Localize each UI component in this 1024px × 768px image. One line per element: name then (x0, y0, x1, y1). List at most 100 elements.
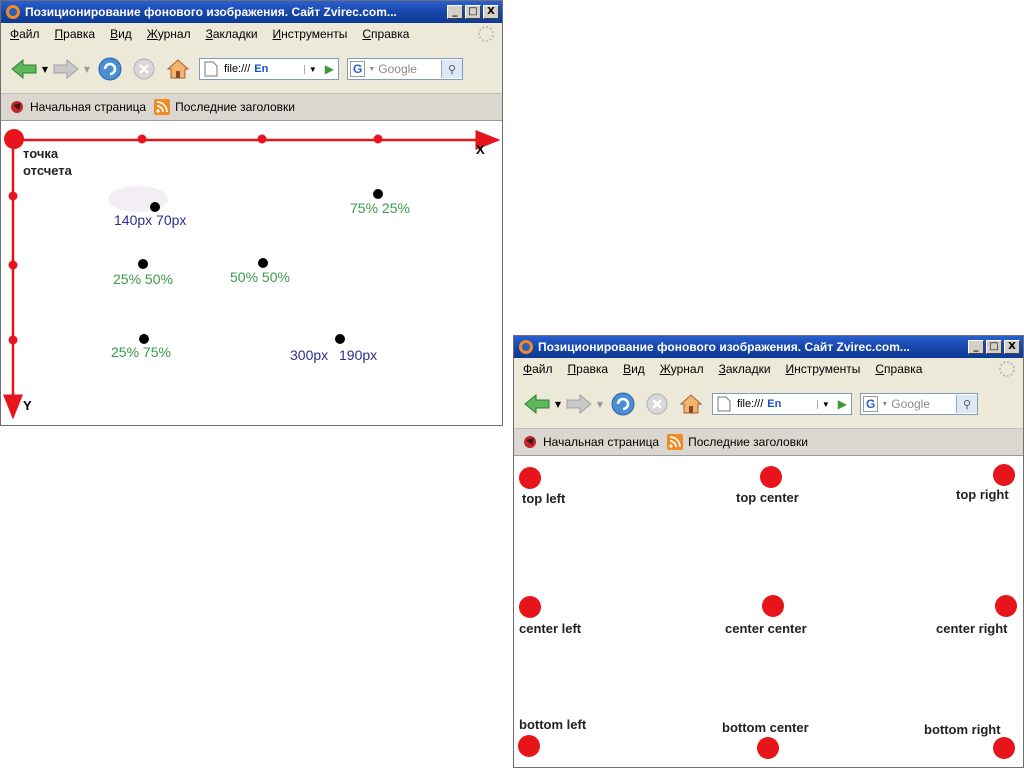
forward-arrow-icon (566, 393, 592, 415)
rss-icon (667, 434, 684, 450)
back-button[interactable] (522, 393, 552, 415)
close-button[interactable]: X (1004, 340, 1020, 354)
menu-tools[interactable]: Инструменты (273, 27, 348, 41)
bookmark-news-label: Последние заголовки (175, 100, 295, 114)
go-icon[interactable]: ▶ (321, 62, 338, 76)
position-dot (335, 334, 345, 344)
stop-button[interactable] (640, 392, 674, 416)
minimize-button[interactable]: _ (968, 340, 984, 354)
menu-view[interactable]: Вид (110, 27, 132, 41)
position-dot-bottom-center (757, 737, 779, 759)
home-button[interactable] (161, 57, 195, 81)
url-bar[interactable]: file:/// En ▼ ▶ (199, 58, 339, 80)
bookmark-home-label: Начальная страница (543, 435, 660, 449)
label-center-right: center right (936, 621, 1008, 636)
menu-history[interactable]: Журнал (147, 27, 191, 41)
maximize-button[interactable]: □ (986, 340, 1002, 354)
position-dot-top-left (519, 467, 541, 489)
home-button[interactable] (674, 392, 708, 416)
label-bottom-center: bottom center (722, 720, 809, 735)
close-button[interactable]: X (483, 5, 499, 19)
search-bar[interactable]: G ▼ Google ⚲ (860, 393, 978, 415)
menu-history[interactable]: Журнал (660, 362, 704, 376)
url-text: file:/// (224, 63, 251, 75)
label-300px: 300px (290, 347, 328, 363)
title-bar[interactable]: Позиционирование фонового изображения. С… (1, 1, 502, 23)
search-engine-icon[interactable]: G (863, 396, 879, 412)
rss-icon (154, 99, 171, 115)
forward-button[interactable] (564, 393, 594, 415)
menu-help[interactable]: Справка (362, 27, 409, 41)
go-icon[interactable]: ▶ (834, 397, 851, 411)
maximize-button[interactable]: □ (465, 5, 481, 19)
throbber-icon (478, 26, 494, 42)
url-text: file:/// (737, 398, 764, 410)
url-dropdown-icon[interactable]: ▼ (303, 64, 321, 74)
minimize-button[interactable]: _ (447, 5, 463, 19)
forward-dropdown-icon[interactable]: ▼ (81, 65, 93, 74)
position-dot-center-right (995, 595, 1017, 617)
label-center-center: center center (725, 621, 807, 636)
label-top-left: top left (522, 491, 566, 506)
forward-arrow-icon (53, 58, 79, 80)
bookmark-page-icon (524, 436, 536, 448)
reload-button[interactable] (93, 56, 127, 82)
page-icon (204, 61, 218, 77)
reload-icon (98, 57, 122, 81)
menu-bookmarks[interactable]: Закладки (719, 362, 771, 376)
forward-dropdown-icon[interactable]: ▼ (594, 400, 606, 409)
bookmark-home[interactable]: Начальная страница (9, 99, 146, 115)
engine-dropdown-icon[interactable]: ▼ (368, 66, 375, 73)
back-dropdown-icon[interactable]: ▼ (552, 400, 564, 409)
x-tick (373, 134, 383, 144)
bookmark-home[interactable]: Начальная страница (522, 434, 659, 450)
throbber-icon (999, 361, 1015, 377)
menu-bookmarks[interactable]: Закладки (206, 27, 258, 41)
origin-label-line1: точка (23, 146, 59, 161)
page-content: top left top center top right center lef… (514, 458, 1023, 767)
menu-edit[interactable]: Правка (55, 27, 96, 41)
label-top-center: top center (736, 490, 799, 505)
bookmarks-toolbar: Начальная страница Последние заголовки (514, 428, 1023, 456)
search-input[interactable]: Google (891, 397, 930, 411)
navigation-toolbar: ▼ ▼ file:/// En ▼ ▶ G ▼ Google ⚲ (514, 380, 1023, 428)
x-axis-label: X (476, 142, 485, 157)
menu-bar: Файл Правка Вид Журнал Закладки Инструме… (1, 23, 502, 45)
bookmark-news[interactable]: Последние заголовки (154, 99, 295, 115)
back-button[interactable] (9, 58, 39, 80)
menu-file[interactable]: Файл (523, 362, 553, 376)
menu-file[interactable]: Файл (10, 27, 40, 41)
stop-button[interactable] (127, 57, 161, 81)
bookmark-news[interactable]: Последние заголовки (667, 434, 808, 450)
coordinate-diagram: X Y точка отсчета 140px 70px 75% 25% 25%… (3, 129, 501, 420)
menu-edit[interactable]: Правка (568, 362, 609, 376)
search-bar[interactable]: G ▼ Google ⚲ (347, 58, 463, 80)
menu-view[interactable]: Вид (623, 362, 645, 376)
label-25-75: 25% 75% (111, 344, 171, 360)
origin-point (4, 129, 24, 149)
back-dropdown-icon[interactable]: ▼ (39, 65, 51, 74)
search-icon[interactable]: ⚲ (956, 395, 977, 413)
label-bottom-left: bottom left (519, 717, 587, 732)
url-dropdown-icon[interactable]: ▼ (816, 399, 834, 409)
label-25-50: 25% 50% (113, 271, 173, 287)
reload-button[interactable] (606, 391, 640, 417)
lang-badge: En (254, 63, 269, 75)
y-axis-label: Y (23, 398, 32, 413)
bookmarks-toolbar: Начальная страница Последние заголовки (1, 93, 502, 121)
stop-icon (646, 393, 668, 415)
search-icon[interactable]: ⚲ (441, 60, 462, 78)
y-tick (8, 260, 18, 270)
url-bar[interactable]: file:/// En ▼ ▶ (712, 393, 852, 415)
position-dot-bottom-right (993, 737, 1015, 759)
back-arrow-icon (524, 393, 550, 415)
forward-button[interactable] (51, 58, 81, 80)
engine-dropdown-icon[interactable]: ▼ (881, 401, 888, 408)
position-dot-top-right (993, 464, 1015, 486)
search-input[interactable]: Google (378, 62, 417, 76)
title-bar[interactable]: Позиционирование фонового изображения. С… (514, 336, 1023, 358)
search-engine-icon[interactable]: G (350, 61, 366, 77)
menu-tools[interactable]: Инструменты (786, 362, 861, 376)
position-dot (258, 258, 268, 268)
menu-help[interactable]: Справка (875, 362, 922, 376)
